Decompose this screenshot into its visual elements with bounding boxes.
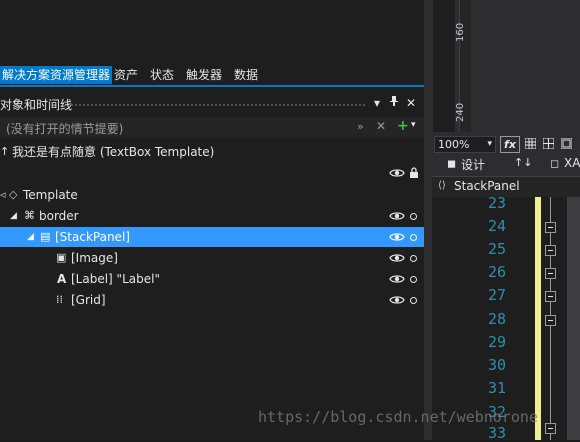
tab-data[interactable]: 数据 xyxy=(232,66,260,84)
ruler-mark: 240 xyxy=(455,102,466,122)
line-number: 30 xyxy=(487,356,506,374)
line-number: 27 xyxy=(487,286,506,304)
tree-item-stackpanel[interactable]: ◢ ▤ [StackPanel] xyxy=(0,227,424,247)
xaml-view-icon: ◻ xyxy=(550,157,560,170)
show-grid-icon[interactable] xyxy=(543,138,554,149)
lock-dot-icon[interactable] xyxy=(410,234,417,241)
swap-panes-icon[interactable]: ↑↓ xyxy=(514,156,532,169)
panel-title: 对象和时间线 xyxy=(0,98,73,112)
snap-grid-icon[interactable] xyxy=(525,138,536,149)
dropdown-arrow-icon[interactable]: ▾ xyxy=(370,95,384,111)
line-number: 24 xyxy=(487,217,506,235)
tree-item-label: border xyxy=(39,209,79,223)
collapse-icon[interactable]: » xyxy=(357,120,364,133)
add-storyboard-icon[interactable]: + xyxy=(397,118,409,134)
view-tabs: ◼ 设计 ↑↓ ◻ XA xyxy=(432,154,580,174)
line-number: 25 xyxy=(487,240,506,258)
expand-arrow-icon[interactable]: ◃ xyxy=(0,185,6,205)
tree-item-label: Template xyxy=(23,188,78,202)
collapse-arrow-icon[interactable]: ◢ xyxy=(10,206,17,226)
tree-item-label-control[interactable]: A [Label] "Label" xyxy=(0,269,424,289)
tree-item-image[interactable]: ▣ [Image] xyxy=(0,248,424,268)
lock-dot-icon[interactable] xyxy=(410,276,417,283)
collapse-region-icon[interactable] xyxy=(545,315,556,326)
line-number: 26 xyxy=(487,263,506,281)
collapse-region-icon[interactable] xyxy=(545,291,556,302)
tab-solution-explorer[interactable]: 解决方案资源管理器 xyxy=(0,66,113,84)
vertical-scrollbar[interactable] xyxy=(567,197,580,440)
close-icon[interactable]: ✕ xyxy=(404,95,418,111)
scope-label: 我还是有点随意 (TextBox Template) xyxy=(12,145,215,159)
collapse-region-icon[interactable] xyxy=(545,245,556,256)
scope-row[interactable]: ↑ 我还是有点随意 (TextBox Template) xyxy=(0,142,424,162)
tab-states[interactable]: 状态 xyxy=(148,66,176,84)
collapse-region-icon[interactable] xyxy=(545,222,556,233)
grid-icon: ⁞⁞ xyxy=(56,293,63,306)
label-icon: A xyxy=(57,272,67,286)
tree-item-template[interactable]: ◃ ◇ Template xyxy=(0,185,424,205)
tab-design[interactable]: 设计 xyxy=(461,156,485,173)
change-margin xyxy=(535,197,541,440)
panel-tabs: 解决方案资源管理器 资产 状态 触发器 数据 xyxy=(0,63,424,87)
template-icon: ◇ xyxy=(9,188,18,201)
tree-item-label: [StackPanel] xyxy=(55,230,130,244)
lock-dot-icon[interactable] xyxy=(410,255,417,262)
vertical-ruler xyxy=(433,0,455,132)
zoom-dropdown[interactable]: 100% ▾ xyxy=(434,136,496,153)
chevron-down-icon: ▾ xyxy=(487,139,492,149)
border-icon: ⌘ xyxy=(24,209,35,222)
line-number: 29 xyxy=(487,333,506,351)
line-number: 31 xyxy=(487,379,506,397)
tab-assets[interactable]: 资产 xyxy=(112,66,140,84)
tree-item-border[interactable]: ◢ ⌘ border xyxy=(0,206,424,226)
line-number: 28 xyxy=(487,310,506,328)
tree-item-label: [Grid] xyxy=(71,293,106,307)
element-icon: ⟨⟩ xyxy=(438,180,446,191)
drag-grip[interactable] xyxy=(70,103,365,107)
breadcrumb-item[interactable]: StackPanel xyxy=(454,179,520,193)
image-icon: ▣ xyxy=(56,251,67,264)
snap-lines-icon[interactable] xyxy=(561,138,572,149)
effects-button[interactable]: fx xyxy=(500,136,520,153)
eye-icon[interactable] xyxy=(389,295,405,305)
storyboard-selector[interactable]: (没有打开的情节提要) » ✕ + ▾ xyxy=(0,117,424,137)
collapse-region-icon[interactable] xyxy=(545,268,556,279)
watermark: https://blog.csdn.net/webnorone xyxy=(258,408,538,426)
eye-icon[interactable] xyxy=(389,168,405,178)
tree-item-label: [Image] xyxy=(71,251,118,265)
close-storyboard-icon[interactable]: ✕ xyxy=(376,119,386,133)
collapse-arrow-icon[interactable]: ◢ xyxy=(27,227,34,247)
tree-item-label: [Label] "Label" xyxy=(71,272,160,286)
stackpanel-icon: ▤ xyxy=(40,230,51,243)
lock-dot-icon[interactable] xyxy=(410,213,417,220)
tab-triggers[interactable]: 触发器 xyxy=(184,66,224,84)
storyboard-placeholder: (没有打开的情节提要) xyxy=(6,122,124,136)
lock-icon[interactable] xyxy=(409,167,419,179)
code-editor[interactable] xyxy=(432,197,580,440)
objects-panel-header: 对象和时间线 ▾ ✕ xyxy=(0,94,424,114)
eye-icon[interactable] xyxy=(389,232,405,242)
line-number: 23 xyxy=(487,194,506,212)
line-number: 33 xyxy=(487,424,506,442)
eye-icon[interactable] xyxy=(389,274,405,284)
scope-up-icon[interactable]: ↑ xyxy=(0,142,9,162)
zoom-value: 100% xyxy=(438,138,470,151)
tab-xaml[interactable]: XA xyxy=(564,156,580,170)
breadcrumb: ⟨⟩ StackPanel xyxy=(432,176,580,197)
add-dropdown-icon[interactable]: ▾ xyxy=(411,120,416,130)
eye-icon[interactable] xyxy=(389,211,405,221)
eye-icon[interactable] xyxy=(389,253,405,263)
ruler-mark: 160 xyxy=(455,22,466,42)
pin-icon[interactable] xyxy=(387,95,401,111)
lock-dot-icon[interactable] xyxy=(410,297,417,304)
design-view-icon: ◼ xyxy=(447,157,457,170)
collapse-region-icon[interactable] xyxy=(545,423,556,434)
tree-item-grid[interactable]: ⁞⁞ [Grid] xyxy=(0,290,424,310)
